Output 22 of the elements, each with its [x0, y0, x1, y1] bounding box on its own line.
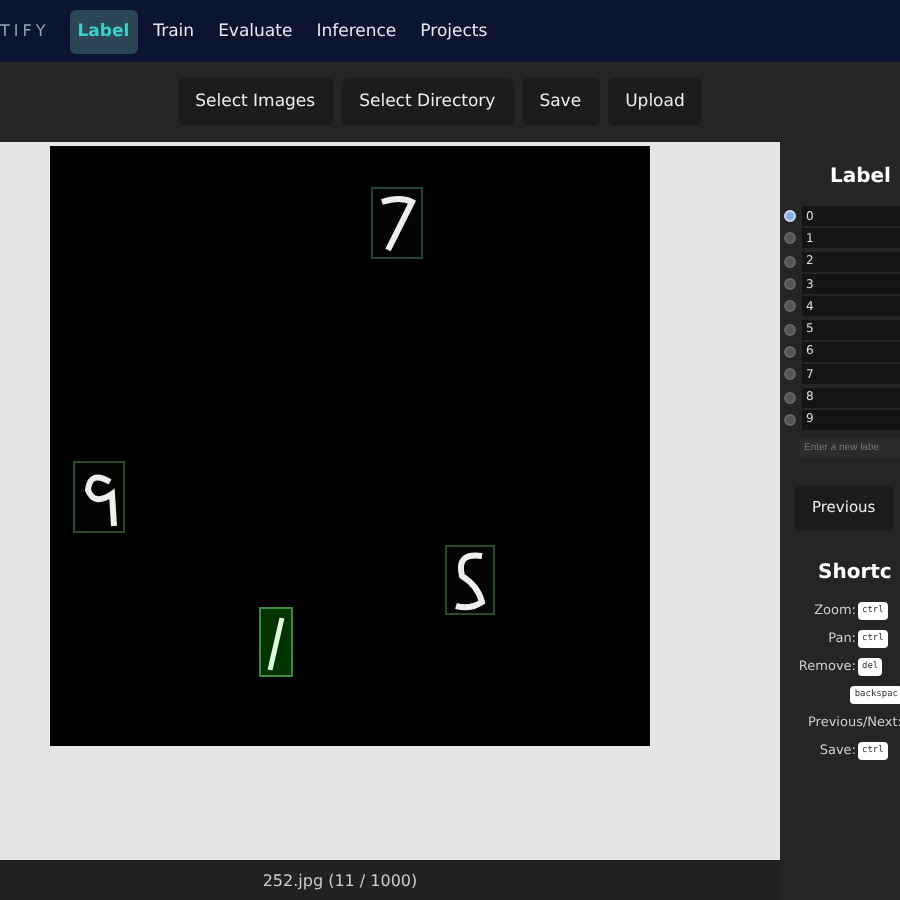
- toolbar-button[interactable]: Select Directory: [341, 78, 514, 126]
- toolbar-button[interactable]: Upload: [607, 78, 703, 126]
- label-radio[interactable]: [784, 232, 796, 245]
- label-radio[interactable]: [784, 345, 796, 358]
- image-status: 252.jpg (11 / 1000): [262, 871, 418, 889]
- toolbar-button[interactable]: Select Images: [177, 78, 334, 126]
- shortcuts-title: Shortc: [816, 561, 894, 584]
- label-radio[interactable]: [784, 368, 796, 381]
- toolbar-button[interactable]: Save: [521, 78, 600, 126]
- panel-title: Label: [828, 166, 893, 188]
- label-radio[interactable]: [784, 300, 796, 313]
- label-radio[interactable]: [784, 323, 796, 336]
- label-radio[interactable]: [784, 278, 796, 291]
- app-logo[interactable]: TIFY: [0, 22, 50, 40]
- label-radio[interactable]: [784, 413, 796, 426]
- nav-tab[interactable]: Evaluate: [210, 9, 301, 53]
- nav-tab[interactable]: Train: [145, 9, 203, 53]
- label-radio[interactable]: [784, 391, 796, 404]
- nav-tab[interactable]: Projects: [412, 9, 496, 53]
- label-radio[interactable]: [784, 255, 796, 268]
- nav-tab[interactable]: Label: [69, 9, 138, 53]
- nav-tab[interactable]: Inference: [308, 9, 405, 53]
